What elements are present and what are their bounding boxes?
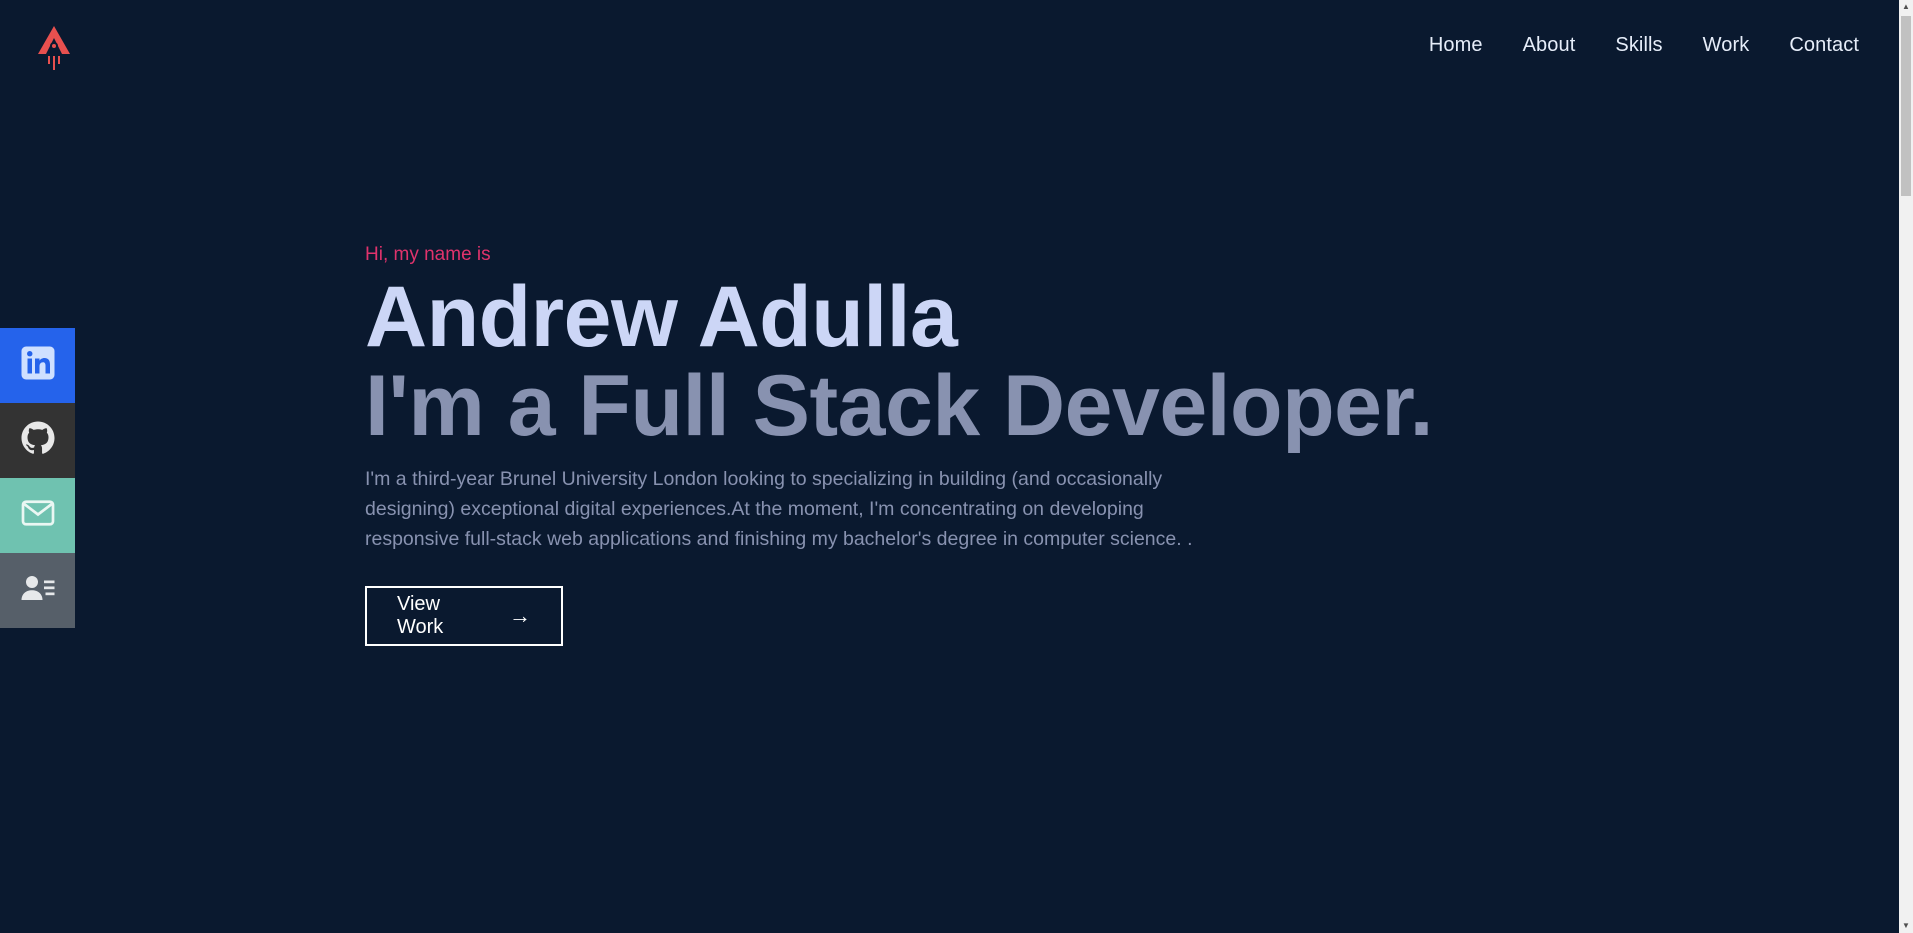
hero-role: I'm a Full Stack Developer. bbox=[365, 358, 1434, 454]
nav-item-skills[interactable]: Skills bbox=[1615, 34, 1662, 57]
arrow-right-icon: → bbox=[509, 603, 531, 628]
social-sidebar bbox=[0, 328, 75, 628]
hero-name: Andrew Adulla bbox=[365, 269, 958, 365]
view-work-button[interactable]: View Work → bbox=[365, 586, 563, 646]
scroll-up-icon[interactable]: ▲ bbox=[1899, 0, 1913, 14]
scrollbar-thumb[interactable] bbox=[1901, 16, 1911, 196]
hero-section: Hi, my name is Andrew Adulla I'm a Full … bbox=[365, 244, 1665, 646]
linkedin-icon bbox=[20, 345, 56, 386]
hero-description: I'm a third-year Brunel University Londo… bbox=[365, 468, 1193, 550]
nav-item-home[interactable]: Home bbox=[1429, 34, 1483, 57]
resume-icon bbox=[20, 570, 56, 611]
github-icon bbox=[20, 420, 56, 461]
hero-greeting: Hi, my name is bbox=[365, 244, 491, 265]
view-work-label: View Work bbox=[397, 593, 444, 638]
nav-item-work[interactable]: Work bbox=[1703, 34, 1750, 57]
mail-link[interactable] bbox=[0, 478, 75, 553]
scroll-down-icon[interactable]: ▼ bbox=[1899, 919, 1913, 933]
github-link[interactable] bbox=[0, 403, 75, 478]
page: Home About Skills Work Contact Hi, my na… bbox=[0, 0, 1913, 933]
rocket-icon[interactable] bbox=[34, 24, 74, 72]
mail-icon bbox=[20, 495, 56, 536]
main-nav: Home About Skills Work Contact bbox=[1429, 34, 1859, 57]
nav-item-contact[interactable]: Contact bbox=[1789, 34, 1859, 57]
resume-link[interactable] bbox=[0, 553, 75, 628]
linkedin-link[interactable] bbox=[0, 328, 75, 403]
nav-item-about[interactable]: About bbox=[1523, 34, 1576, 57]
scrollbar[interactable]: ▲ ▼ bbox=[1899, 0, 1913, 933]
